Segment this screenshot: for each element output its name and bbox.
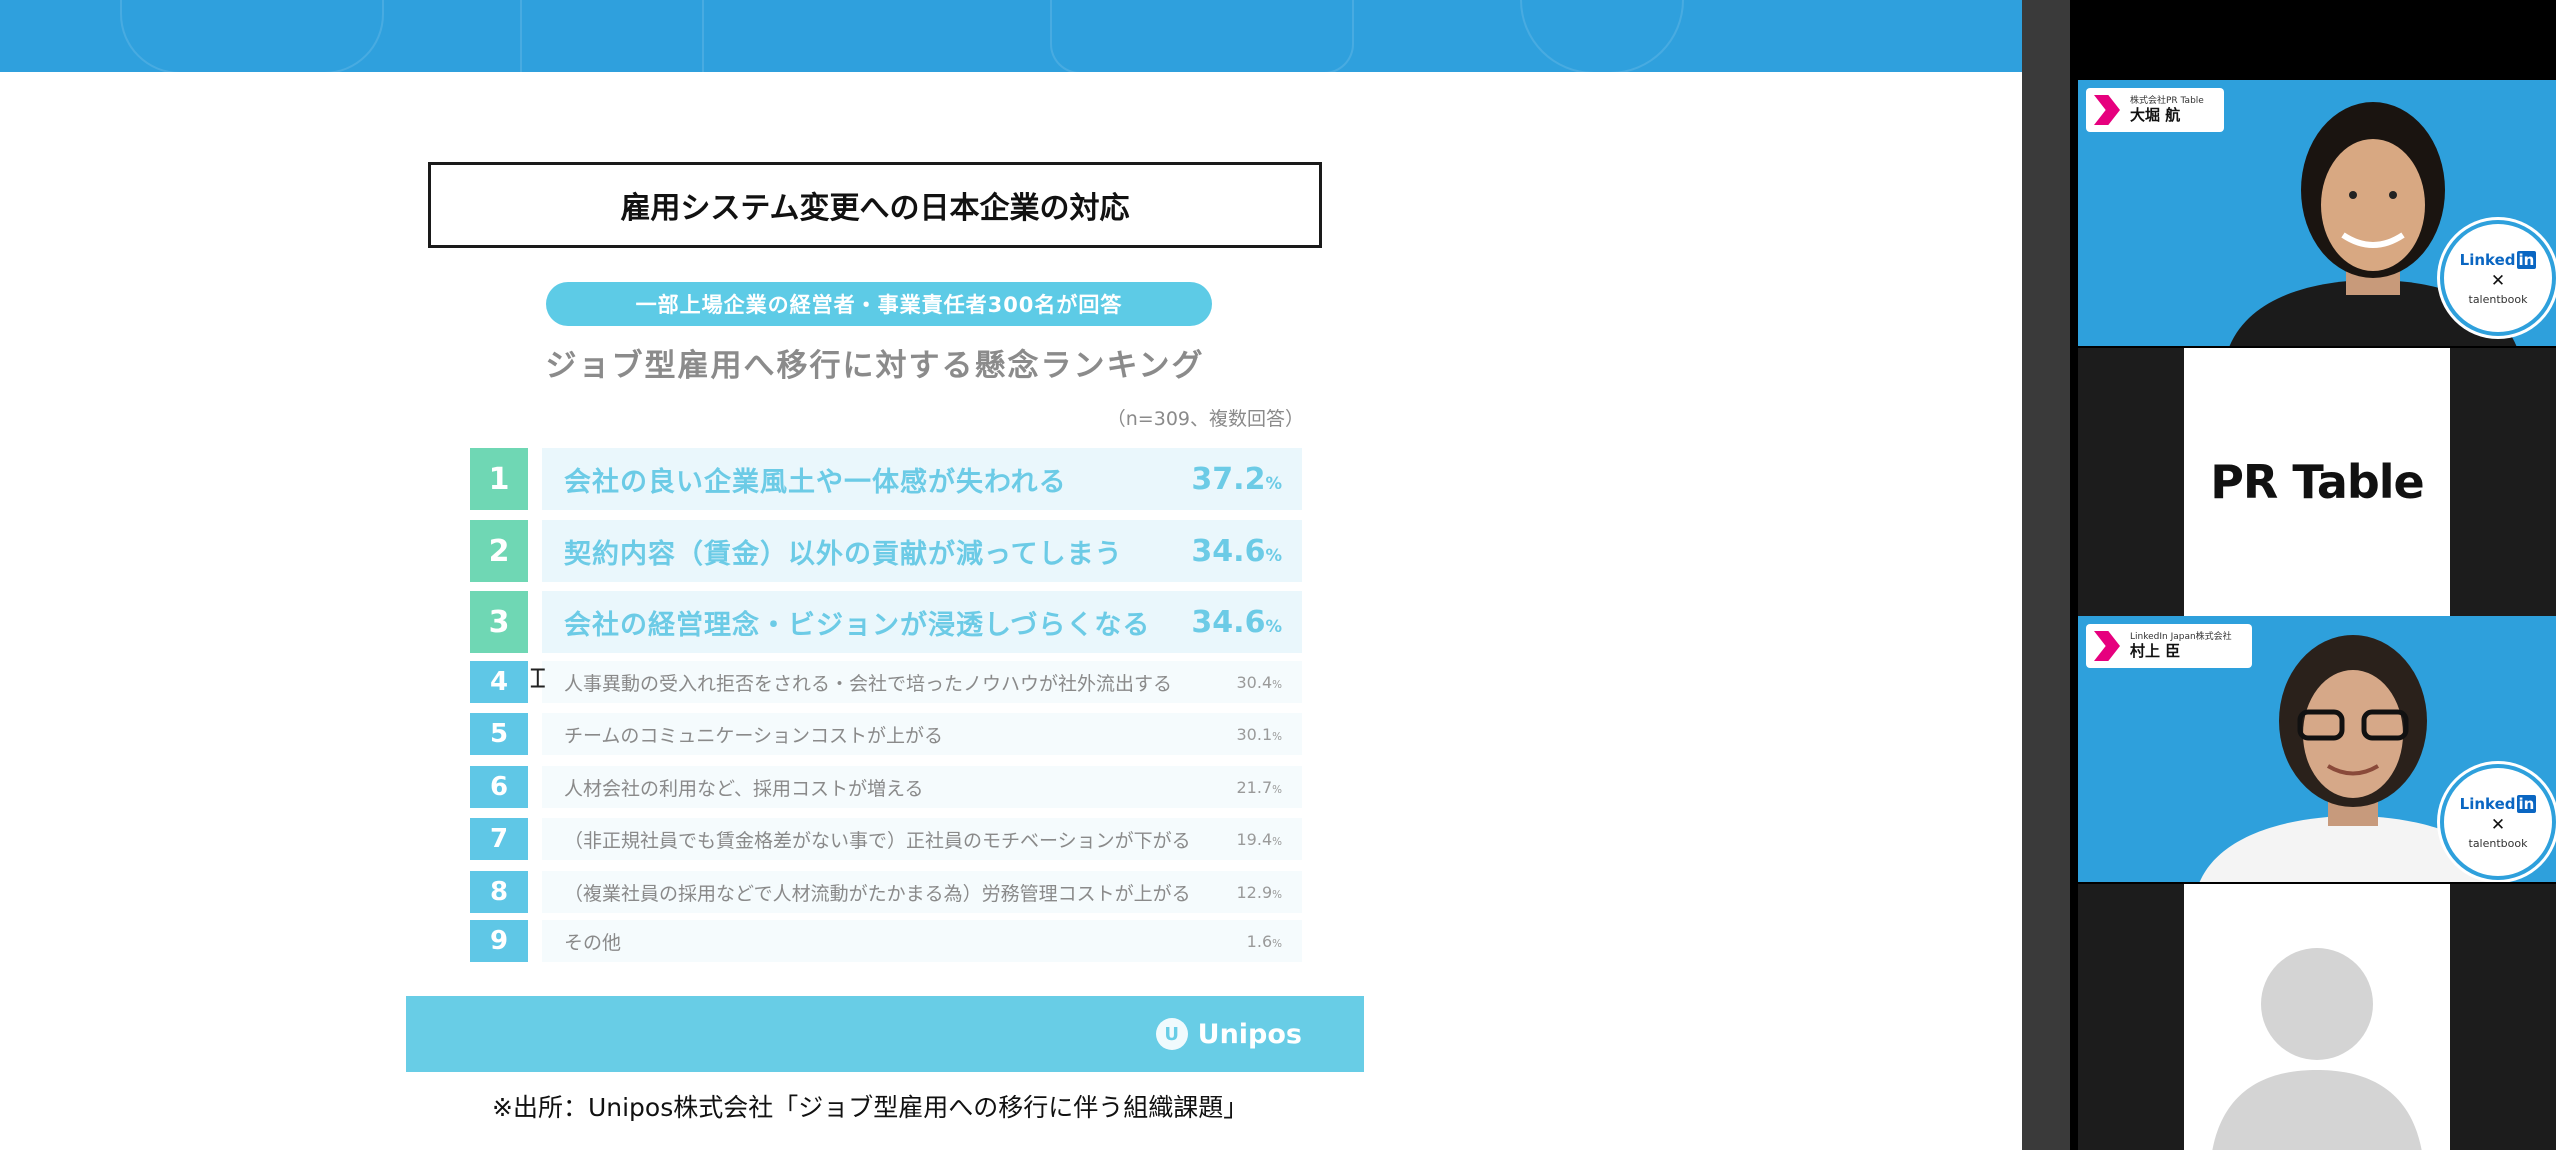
collab-x-icon: ✕ <box>2490 814 2506 835</box>
ranking-label: 人事異動の受入れ拒否をされる・会社で培ったノウハウが社外流出する <box>564 672 1173 695</box>
ranking-row: 1 会社の良い企業風土や一体感が失われる 37.2% <box>470 448 1302 510</box>
ranking-row: 5 チームのコミュニケーションコストが上がる 30.1% <box>470 713 1302 755</box>
ranking-percent: 30.1% <box>1236 724 1283 744</box>
ranking-row: 8 （複業社員の採用などで人材流動がたかまる為）労務管理コストが上がる 12.9… <box>470 871 1302 913</box>
linkedin-logo: Linked in <box>2459 794 2537 813</box>
ranking-bar: 会社の経営理念・ビジョンが浸透しづらくなる 34.6% <box>542 591 1302 653</box>
ranking-percent: 34.6% <box>1191 604 1282 640</box>
linkedin-logo: Linked in <box>2459 250 2537 269</box>
ranking-percent: 37.2% <box>1191 461 1282 497</box>
slide-title: 雇用システム変更への日本企業の対応 <box>428 162 1322 248</box>
ranking-label: 会社の経営理念・ビジョンが浸透しづらくなる <box>564 609 1151 641</box>
ranking-bar: 人材会社の利用など、採用コストが増える 21.7% <box>542 766 1302 808</box>
event-badge: Linked in ✕ talentbook <box>2440 764 2556 880</box>
ranking-row: 3 会社の経営理念・ビジョンが浸透しづらくなる 34.6% <box>470 591 1302 653</box>
brand-chevron-icon <box>2094 95 2120 125</box>
rank-number: 4 <box>470 661 528 703</box>
rank-number: 9 <box>470 920 528 962</box>
ranking-percent: 1.6% <box>1246 931 1282 951</box>
presentation-slide: 雇用システム変更への日本企業の対応 一部上場企業の経営者・事業責任者300名が回… <box>0 0 2022 1150</box>
rank-number: 5 <box>470 713 528 755</box>
slide-header-banner <box>0 0 2022 72</box>
talentbook-logo: talentbook <box>2468 292 2528 306</box>
video-tile-speaker-1[interactable]: 株式会社PR Table 大堀 航 Linked in ✕ talentbook <box>2078 80 2556 346</box>
sample-size-note: （n=309、複数回答） <box>1106 408 1304 430</box>
ranking-label: 人材会社の利用など、採用コストが増える <box>564 777 924 800</box>
video-tile-participant-no-video[interactable] <box>2078 884 2556 1150</box>
ranking-label: （複業社員の採用などで人材流動がたかまる為）労務管理コストが上がる <box>564 882 1191 905</box>
rank-number: 1 <box>470 448 528 510</box>
divider-gutter <box>2022 0 2070 1150</box>
ranking-subtitle: ジョブ型雇用へ移行に対する懸念ランキング <box>545 348 1205 384</box>
text-cursor-icon: ⌶ <box>530 664 546 694</box>
collab-x-icon: ✕ <box>2490 270 2506 291</box>
event-badge: Linked in ✕ talentbook <box>2440 220 2556 336</box>
talentbook-logo: talentbook <box>2468 836 2528 850</box>
unipos-logo-icon: U <box>1155 1018 1188 1050</box>
ranking-row: 7 （非正規社員でも賃金格差がない事で）正社員のモチベーションが下がる 19.4… <box>470 818 1302 860</box>
ranking-bar: その他 1.6% <box>542 920 1302 962</box>
avatar-placeholder <box>2184 884 2450 1150</box>
source-citation: ※出所：Unipos株式会社「ジョブ型雇用への移行に伴う組織課題」 <box>492 1093 1249 1122</box>
speaker-1-name: 大堀 航 <box>2130 105 2181 124</box>
speaker-1-name-tag: 株式会社PR Table 大堀 航 <box>2086 88 2224 132</box>
unipos-logo: U Unipos <box>1155 1018 1302 1050</box>
video-tile-prtable[interactable]: PR Table <box>2078 348 2556 616</box>
rank-number: 6 <box>470 766 528 808</box>
ranking-label: その他 <box>564 931 622 954</box>
rank-number: 3 <box>470 591 528 653</box>
ranking-bar: 契約内容（賃金）以外の貢献が減ってしまう 34.6% <box>542 520 1302 582</box>
video-tile-speaker-2[interactable]: LinkedIn Japan株式会社 村上 臣 Linked in ✕ talen… <box>2078 616 2556 882</box>
participant-panel: 株式会社PR Table 大堀 航 Linked in ✕ talentbook … <box>2070 0 2556 1150</box>
rank-number: 2 <box>470 520 528 582</box>
rank-number: 7 <box>470 818 528 860</box>
ranking-percent: 19.4% <box>1236 829 1283 849</box>
ranking-percent: 21.7% <box>1236 777 1283 797</box>
ranking-percent: 34.6% <box>1191 533 1282 569</box>
ranking-row: 2 契約内容（賃金）以外の貢献が減ってしまう 34.6% <box>470 520 1302 582</box>
prtable-logo: PR Table <box>2184 348 2450 616</box>
ranking-bar: （複業社員の採用などで人材流動がたかまる為）労務管理コストが上がる 12.9% <box>542 871 1302 913</box>
ranking-row: 4 人事異動の受入れ拒否をされる・会社で培ったノウハウが社外流出する 30.4% <box>470 661 1302 703</box>
survey-respondents-pill: 一部上場企業の経営者・事業責任者300名が回答 <box>546 282 1212 326</box>
default-user-icon <box>2212 948 2422 1150</box>
ranking-label: 契約内容（賃金）以外の貢献が減ってしまう <box>564 538 1123 570</box>
ranking-bar: 人事異動の受入れ拒否をされる・会社で培ったノウハウが社外流出する 30.4% <box>542 661 1302 703</box>
ranking-percent: 30.4% <box>1236 672 1283 692</box>
ranking-label: （非正規社員でも賃金格差がない事で）正社員のモチベーションが下がる <box>564 829 1191 852</box>
ranking-row: 9 その他 1.6% <box>470 920 1302 962</box>
ranking-label: 会社の良い企業風土や一体感が失われる <box>564 466 1067 498</box>
rank-number: 8 <box>470 871 528 913</box>
brand-chevron-icon <box>2094 631 2120 661</box>
speaker-2-name-tag: LinkedIn Japan株式会社 村上 臣 <box>2086 624 2252 668</box>
ranking-label: チームのコミュニケーションコストが上がる <box>564 724 944 747</box>
ranking-percent: 12.9% <box>1236 882 1283 902</box>
speaker-2-name: 村上 臣 <box>2130 641 2181 660</box>
ranking-bar: 会社の良い企業風土や一体感が失われる 37.2% <box>542 448 1302 510</box>
ranking-row: 6 人材会社の利用など、採用コストが増える 21.7% <box>470 766 1302 808</box>
slide-footer-bar: U Unipos <box>406 996 1364 1072</box>
ranking-bar: （非正規社員でも賃金格差がない事で）正社員のモチベーションが下がる 19.4% <box>542 818 1302 860</box>
ranking-bar: チームのコミュニケーションコストが上がる 30.1% <box>542 713 1302 755</box>
